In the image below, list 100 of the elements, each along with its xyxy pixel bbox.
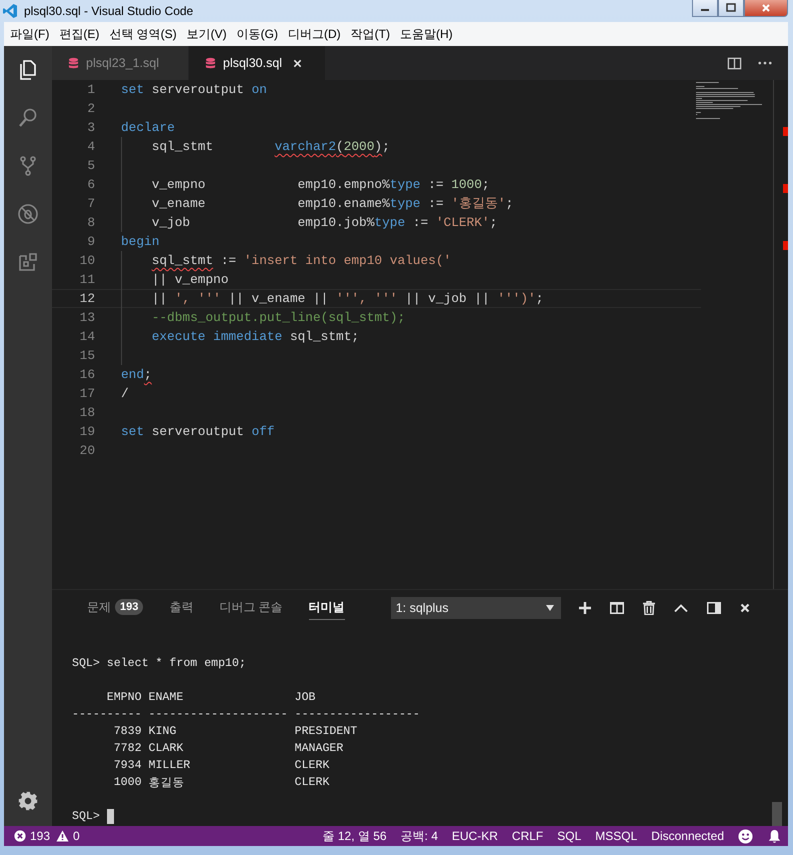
tab-label: 디버그 콘솔 bbox=[219, 598, 283, 616]
count-badge: 193 bbox=[115, 599, 144, 615]
line-number: 2 bbox=[86, 101, 96, 116]
maximize-panel-icon[interactable] bbox=[706, 602, 721, 614]
code-line: || ', ''' || v_ename || ''', ''' || v_job || ''')'; bbox=[152, 291, 544, 306]
line-number: 1 bbox=[86, 82, 96, 97]
line-number: 11 bbox=[78, 272, 96, 287]
error-icon bbox=[14, 830, 26, 842]
close-icon[interactable] bbox=[293, 58, 302, 68]
app-logo-icon bbox=[2, 3, 18, 19]
menu-item[interactable]: 보기(V) bbox=[182, 26, 233, 42]
warning-count: 0 bbox=[73, 829, 80, 843]
line-number: 19 bbox=[78, 424, 96, 439]
result-cell: ------------------ bbox=[294, 708, 420, 721]
status-item[interactable]: MSSQL bbox=[595, 829, 638, 843]
result-cell-text: ENAME bbox=[148, 691, 184, 704]
editor-tab[interactable]: plsql30.sql bbox=[189, 46, 326, 80]
database-icon bbox=[205, 56, 216, 70]
add-icon[interactable] bbox=[578, 602, 591, 614]
text-cursor bbox=[106, 809, 114, 824]
result-cell-text: 7839 bbox=[112, 725, 142, 738]
result-cell-text: 홍길동 bbox=[148, 776, 186, 790]
status-item[interactable]: EUC-KR bbox=[452, 829, 498, 843]
close-icon[interactable] bbox=[740, 602, 750, 612]
debug-icon[interactable] bbox=[16, 202, 40, 226]
status-item[interactable]: CRLF bbox=[512, 829, 544, 843]
line-number: 4 bbox=[86, 139, 96, 154]
panel-tab[interactable]: 출력 bbox=[169, 596, 194, 620]
code-line: sql_stmt varchar2(2000); bbox=[152, 139, 390, 154]
status-item[interactable]: 공백: 4 bbox=[400, 828, 438, 844]
tab-label: 문제 bbox=[87, 598, 111, 616]
result-cell-text: MILLER bbox=[148, 759, 192, 772]
line-number: 18 bbox=[78, 405, 96, 420]
line-number: 3 bbox=[86, 120, 96, 135]
result-cell: JOB bbox=[294, 691, 316, 704]
code-line: || v_empno bbox=[152, 272, 228, 287]
line-number: 7 bbox=[86, 196, 96, 211]
result-cell-text: 7934 bbox=[112, 759, 142, 772]
code-line: v_ename emp10.ename%type := '홍길동'; bbox=[152, 195, 514, 212]
smiley-icon[interactable] bbox=[738, 828, 753, 844]
tab-label: 출력 bbox=[169, 598, 194, 616]
minimize-button[interactable] bbox=[692, 0, 718, 17]
panel-tab[interactable]: 문제 193 bbox=[87, 596, 144, 620]
tab-label: plsql30.sql bbox=[223, 56, 282, 70]
split-editor-icon[interactable] bbox=[727, 56, 742, 70]
bell-icon[interactable] bbox=[767, 828, 782, 844]
terminal-dropdown[interactable]: 1: sqlplus bbox=[390, 596, 561, 618]
scrollbar-track[interactable] bbox=[773, 80, 788, 589]
code-line: --dbms_output.put_line(sql_stmt); bbox=[152, 310, 406, 325]
line-number: 5 bbox=[86, 158, 96, 173]
scrollbar-thumb[interactable] bbox=[772, 802, 782, 826]
line-number: 9 bbox=[86, 234, 96, 249]
line-number: 12 bbox=[78, 291, 96, 306]
menu-item[interactable]: 작업(T) bbox=[346, 26, 396, 42]
settings-icon[interactable] bbox=[17, 790, 39, 812]
code-line: sql_stmt := 'insert into emp10 values(' bbox=[152, 253, 452, 268]
status-item[interactable]: 줄 12, 열 56 bbox=[322, 828, 387, 844]
panel-tab[interactable]: 디버그 콘솔 bbox=[219, 596, 283, 620]
menu-item[interactable]: 도움말(H) bbox=[396, 26, 459, 42]
result-cell: ---------- bbox=[72, 708, 142, 721]
error-count: 193 bbox=[30, 829, 50, 843]
line-number: 16 bbox=[78, 367, 96, 382]
warning-icon bbox=[56, 830, 70, 842]
split-terminal-icon[interactable] bbox=[610, 602, 624, 614]
code-line: / bbox=[121, 386, 129, 401]
tab-label: 터미널 bbox=[308, 598, 345, 616]
menu-item[interactable]: 선택 영역(S) bbox=[105, 26, 183, 42]
menu-item[interactable]: 파일(F) bbox=[6, 26, 56, 42]
status-item[interactable]: Disconnected bbox=[651, 829, 724, 843]
code-line: set serveroutput off bbox=[121, 424, 275, 439]
database-icon bbox=[68, 56, 79, 70]
result-cell: CLERK bbox=[294, 759, 330, 772]
extensions-icon[interactable] bbox=[16, 250, 40, 274]
line-number: 15 bbox=[78, 348, 96, 363]
terminal-line: SQL> select * from emp10; bbox=[72, 657, 246, 670]
code-line: end; bbox=[121, 367, 152, 382]
code-line: execute immediate sql_stmt; bbox=[152, 329, 360, 344]
line-number: 8 bbox=[86, 215, 96, 230]
result-cell-text: KING bbox=[148, 725, 178, 738]
code-line: begin bbox=[121, 234, 160, 249]
maximize-icon bbox=[726, 3, 736, 13]
line-number: 13 bbox=[78, 310, 96, 325]
result-cell-text: CLARK bbox=[148, 742, 184, 755]
trash-icon[interactable] bbox=[642, 600, 655, 614]
close-button[interactable] bbox=[744, 0, 788, 17]
line-number: 6 bbox=[86, 177, 96, 192]
code-line: set serveroutput on bbox=[121, 82, 267, 97]
problems-indicator[interactable]: 193 0 bbox=[14, 829, 82, 843]
maximize-button[interactable] bbox=[718, 0, 744, 17]
dropdown-arrow-icon bbox=[546, 604, 554, 610]
caret-up-icon[interactable] bbox=[674, 604, 688, 612]
menu-item[interactable]: 이동(G) bbox=[232, 26, 284, 42]
panel-tab[interactable]: 터미널 bbox=[308, 596, 345, 620]
status-item[interactable]: SQL bbox=[557, 829, 582, 843]
result-cell: MANAGER bbox=[294, 742, 344, 755]
menu-item[interactable]: 디버그(D) bbox=[284, 26, 347, 42]
result-cell: CLERK bbox=[294, 776, 330, 789]
editor-tab[interactable]: plsql23_1.sql bbox=[52, 46, 189, 80]
menu-item[interactable]: 편집(E) bbox=[55, 26, 106, 42]
more-icon[interactable] bbox=[758, 61, 772, 65]
